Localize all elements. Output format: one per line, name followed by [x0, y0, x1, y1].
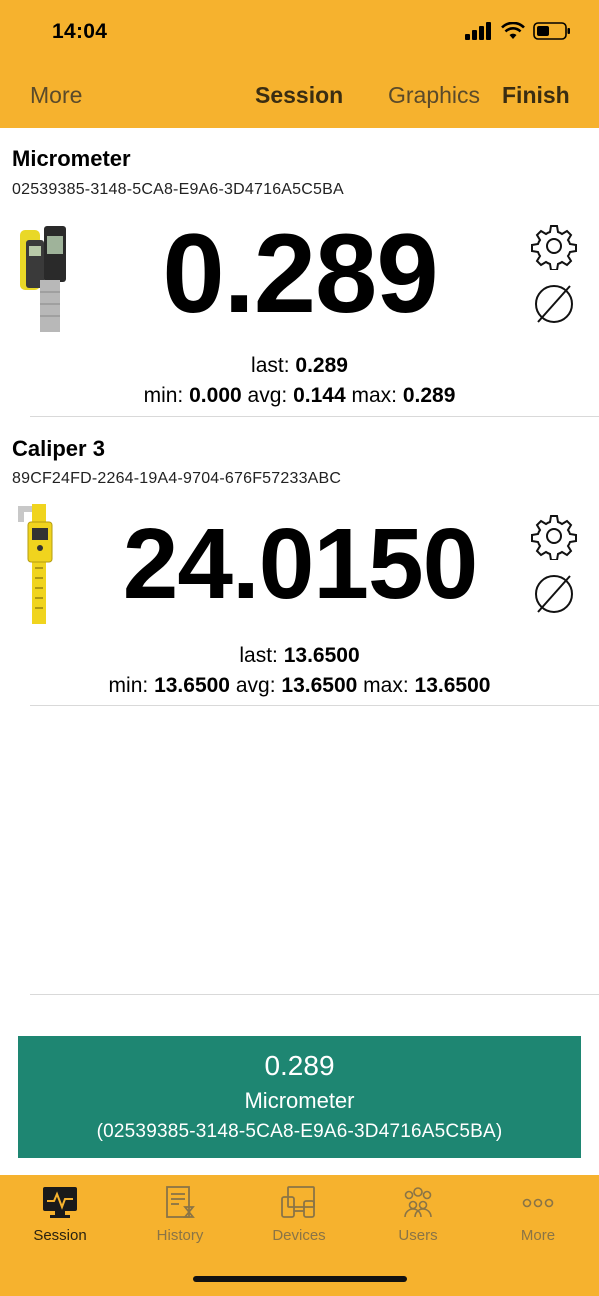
tab-session[interactable]: Session — [10, 1185, 110, 1244]
min-value: 0.000 — [189, 384, 242, 407]
device-value: 0.289 — [162, 211, 438, 336]
device-name: Caliper 3 — [12, 436, 105, 461]
history-icon — [166, 1186, 195, 1218]
status-icons — [465, 22, 571, 40]
min-avg-max: min: 0.000 avg: 0.144 max: 0.289 — [0, 384, 599, 408]
devices-icon — [281, 1186, 315, 1218]
divider — [30, 994, 599, 995]
divider — [30, 416, 599, 417]
summary-device-name: Micrometer — [244, 1088, 355, 1113]
caliper-image — [18, 504, 53, 624]
device-id: 02539385-3148-5CA8-E9A6-3D4716A5C5BA — [12, 181, 344, 198]
signal-icon — [465, 22, 491, 40]
last-value: 13.6500 — [283, 644, 360, 667]
last-value: 0.289 — [295, 354, 348, 377]
tab-label: Devices — [272, 1227, 326, 1244]
max-label: max: — [351, 384, 397, 407]
avg-label: avg: — [247, 384, 288, 407]
nav-graphics-button[interactable]: Graphics — [388, 82, 480, 109]
status-time: 14:04 — [52, 20, 108, 43]
last-reading: last: 0.289 — [0, 354, 599, 378]
tab-users[interactable]: Users — [368, 1185, 468, 1244]
summary-value: 0.289 — [264, 1050, 335, 1081]
selected-reading-panel[interactable]: 0.289 Micrometer (02539385-3148-5CA8-E9A… — [18, 1036, 581, 1158]
users-icon — [404, 1187, 432, 1218]
avg-value: 0.144 — [293, 384, 346, 407]
device-id: 89CF24FD-2264-19A4-9704-676F57233ABC — [12, 470, 342, 487]
home-indicator — [193, 1276, 407, 1282]
nav-title-session: Session — [255, 82, 344, 108]
summary-device-id: (02539385-3148-5CA8-E9A6-3D4716A5C5BA) — [96, 1121, 503, 1142]
min-avg-max: min: 13.6500 avg: 13.6500 max: 13.6500 — [0, 674, 599, 698]
max-value: 13.6500 — [414, 674, 491, 697]
tab-more[interactable]: More — [488, 1185, 588, 1244]
tab-label: Users — [398, 1227, 438, 1244]
reset-icon[interactable] — [530, 280, 578, 328]
divider — [30, 705, 599, 706]
monitor-icon — [43, 1187, 77, 1218]
settings-gear-icon[interactable] — [530, 512, 578, 560]
top-bar: 14:04 More Session Graphics Finish — [0, 0, 599, 128]
reset-icon[interactable] — [530, 570, 578, 618]
last-label: last: — [239, 644, 278, 667]
min-value: 13.6500 — [154, 674, 230, 697]
last-label: last: — [251, 354, 290, 377]
wifi-icon — [501, 22, 525, 39]
nav-finish-button[interactable]: Finish — [502, 82, 570, 109]
max-label: max: — [363, 674, 409, 697]
device-card-micrometer[interactable]: Micrometer 02539385-3148-5CA8-E9A6-3D471… — [0, 128, 599, 417]
tab-label: History — [156, 1227, 204, 1244]
tab-label: Session — [33, 1227, 87, 1244]
device-name: Micrometer — [12, 146, 131, 171]
tab-label: More — [520, 1227, 556, 1244]
tab-history[interactable]: History — [130, 1185, 230, 1244]
battery-icon — [533, 22, 570, 40]
min-label: min: — [143, 384, 184, 407]
last-reading: last: 13.6500 — [0, 644, 599, 668]
tab-devices[interactable]: Devices — [249, 1185, 349, 1244]
max-value: 0.289 — [402, 384, 456, 407]
settings-gear-icon[interactable] — [530, 222, 578, 270]
min-label: min: — [108, 674, 149, 697]
device-value: 24.0150 — [122, 508, 478, 620]
avg-label: avg: — [235, 674, 276, 697]
avg-value: 13.6500 — [281, 674, 358, 697]
device-card-caliper[interactable]: Caliper 3 89CF24FD-2264-19A4-9704-676F57… — [0, 418, 599, 706]
more-icon — [522, 1198, 554, 1208]
nav-more-button[interactable]: More — [30, 82, 82, 109]
micrometer-image — [20, 226, 66, 332]
